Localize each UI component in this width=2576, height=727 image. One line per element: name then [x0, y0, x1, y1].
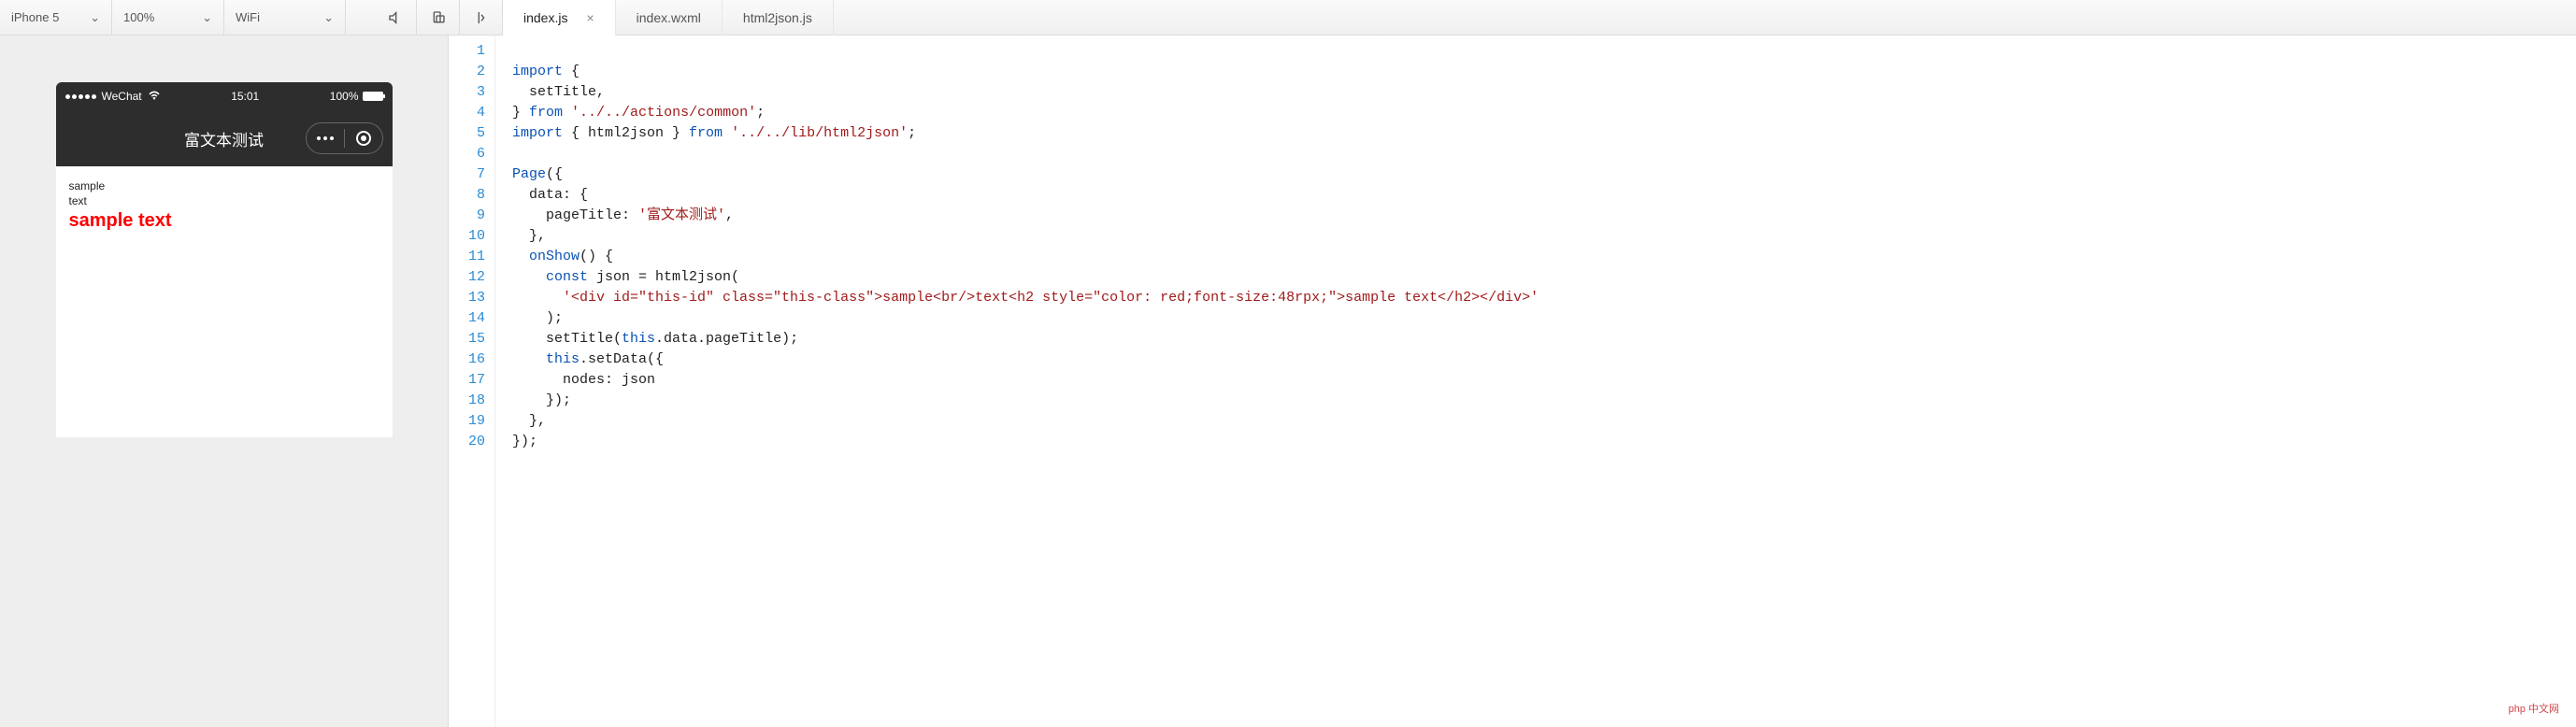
- code-token: .data.pageTitle);: [655, 331, 798, 347]
- rich-text-line: text: [69, 194, 379, 209]
- simulator-panel: WeChat 15:01 100% 富文本测试: [0, 36, 449, 727]
- tab-html2json-js[interactable]: html2json.js: [723, 0, 834, 36]
- chevron-down-icon: ⌄: [90, 10, 100, 25]
- clock-label: 15:01: [231, 90, 259, 103]
- code-token: () {: [580, 249, 613, 264]
- tab-index-wxml[interactable]: index.wxml: [616, 0, 723, 36]
- code-token: import: [512, 125, 563, 141]
- close-program-icon[interactable]: [345, 131, 382, 146]
- tab-index-js[interactable]: index.js ×: [503, 0, 616, 36]
- code-token: json = html2json(: [588, 269, 739, 285]
- line-gutter: 1 2 3 4 5 6 7 8 9 10 11 12 13 14 15 16 1…: [449, 36, 495, 727]
- code-token: },: [512, 413, 546, 429]
- phone-content: sample text sample text: [56, 166, 393, 437]
- code-token: },: [512, 228, 546, 244]
- network-select[interactable]: WiFi ⌄: [224, 0, 346, 35]
- code-token: .setData({: [580, 351, 664, 367]
- close-icon[interactable]: ×: [586, 10, 594, 25]
- code-token: pageTitle:: [512, 207, 638, 223]
- file-tabs: index.js × index.wxml html2json.js: [503, 0, 2576, 36]
- code-area[interactable]: import { setTitle, } from '../../actions…: [495, 36, 2576, 727]
- code-editor[interactable]: 1 2 3 4 5 6 7 8 9 10 11 12 13 14 15 16 1…: [449, 36, 2576, 727]
- code-token: Page: [512, 166, 546, 182]
- code-token: [512, 290, 563, 306]
- code-token: [723, 125, 731, 141]
- tab-label: index.wxml: [637, 10, 701, 25]
- code-token: ,: [725, 207, 734, 223]
- dock-toggle-icon[interactable]: [460, 0, 503, 35]
- code-token: });: [512, 392, 571, 408]
- code-token: ;: [756, 105, 765, 121]
- tab-label: index.js: [523, 10, 567, 25]
- code-token: from: [529, 105, 563, 121]
- code-token: [563, 105, 571, 121]
- code-token: setTitle(: [512, 331, 622, 347]
- code-token: [512, 351, 546, 367]
- zoom-select[interactable]: 100% ⌄: [112, 0, 224, 35]
- battery-label: 100%: [330, 90, 359, 103]
- wifi-icon: [148, 90, 161, 103]
- tab-label: html2json.js: [743, 10, 812, 25]
- code-token: }: [512, 105, 529, 121]
- code-token: from: [689, 125, 723, 141]
- code-token: { html2json }: [563, 125, 689, 141]
- code-token: ({: [546, 166, 563, 182]
- phone-frame: WeChat 15:01 100% 富文本测试: [56, 82, 393, 727]
- rich-text-line: sample: [69, 179, 379, 194]
- network-label: WiFi: [236, 10, 260, 24]
- signal-icon: [65, 94, 96, 99]
- device-select[interactable]: iPhone 5 ⌄: [0, 0, 112, 35]
- code-token: import: [512, 64, 563, 79]
- capsule-menu[interactable]: [306, 122, 383, 154]
- code-token: [512, 269, 546, 285]
- chevron-down-icon: ⌄: [323, 10, 334, 25]
- code-token: onShow: [512, 249, 580, 264]
- code-token: '富文本测试': [638, 207, 725, 223]
- phone-navbar: 富文本测试: [56, 110, 393, 166]
- rich-text-heading: sample text: [69, 210, 379, 232]
- code-token: setTitle,: [512, 84, 605, 100]
- watermark: php 中文网: [2503, 699, 2565, 718]
- carrier-label: WeChat: [102, 90, 142, 103]
- code-token: data: {: [512, 187, 588, 203]
- phone-statusbar: WeChat 15:01 100%: [56, 82, 393, 110]
- rotate-icon[interactable]: [417, 0, 460, 35]
- code-token: nodes: json: [512, 372, 655, 388]
- more-icon[interactable]: [307, 136, 344, 140]
- code-token: );: [512, 310, 563, 326]
- code-token: const: [546, 269, 588, 285]
- device-label: iPhone 5: [11, 10, 59, 24]
- code-token: '../../actions/common': [571, 105, 756, 121]
- page-title: 富文本测试: [184, 127, 264, 150]
- code-token: this: [622, 331, 655, 347]
- chevron-down-icon: ⌄: [202, 10, 212, 25]
- zoom-label: 100%: [123, 10, 154, 24]
- code-token: '../../lib/html2json': [731, 125, 908, 141]
- code-token: ;: [908, 125, 916, 141]
- code-token: {: [563, 64, 580, 79]
- mute-icon[interactable]: [374, 0, 417, 35]
- top-toolbar: iPhone 5 ⌄ 100% ⌄ WiFi ⌄ index.js ×: [0, 0, 2576, 36]
- code-token: '<div id="this-id" class="this-class">sa…: [563, 290, 1538, 306]
- battery-icon: [363, 92, 383, 101]
- code-token: this: [546, 351, 580, 367]
- code-token: });: [512, 434, 537, 449]
